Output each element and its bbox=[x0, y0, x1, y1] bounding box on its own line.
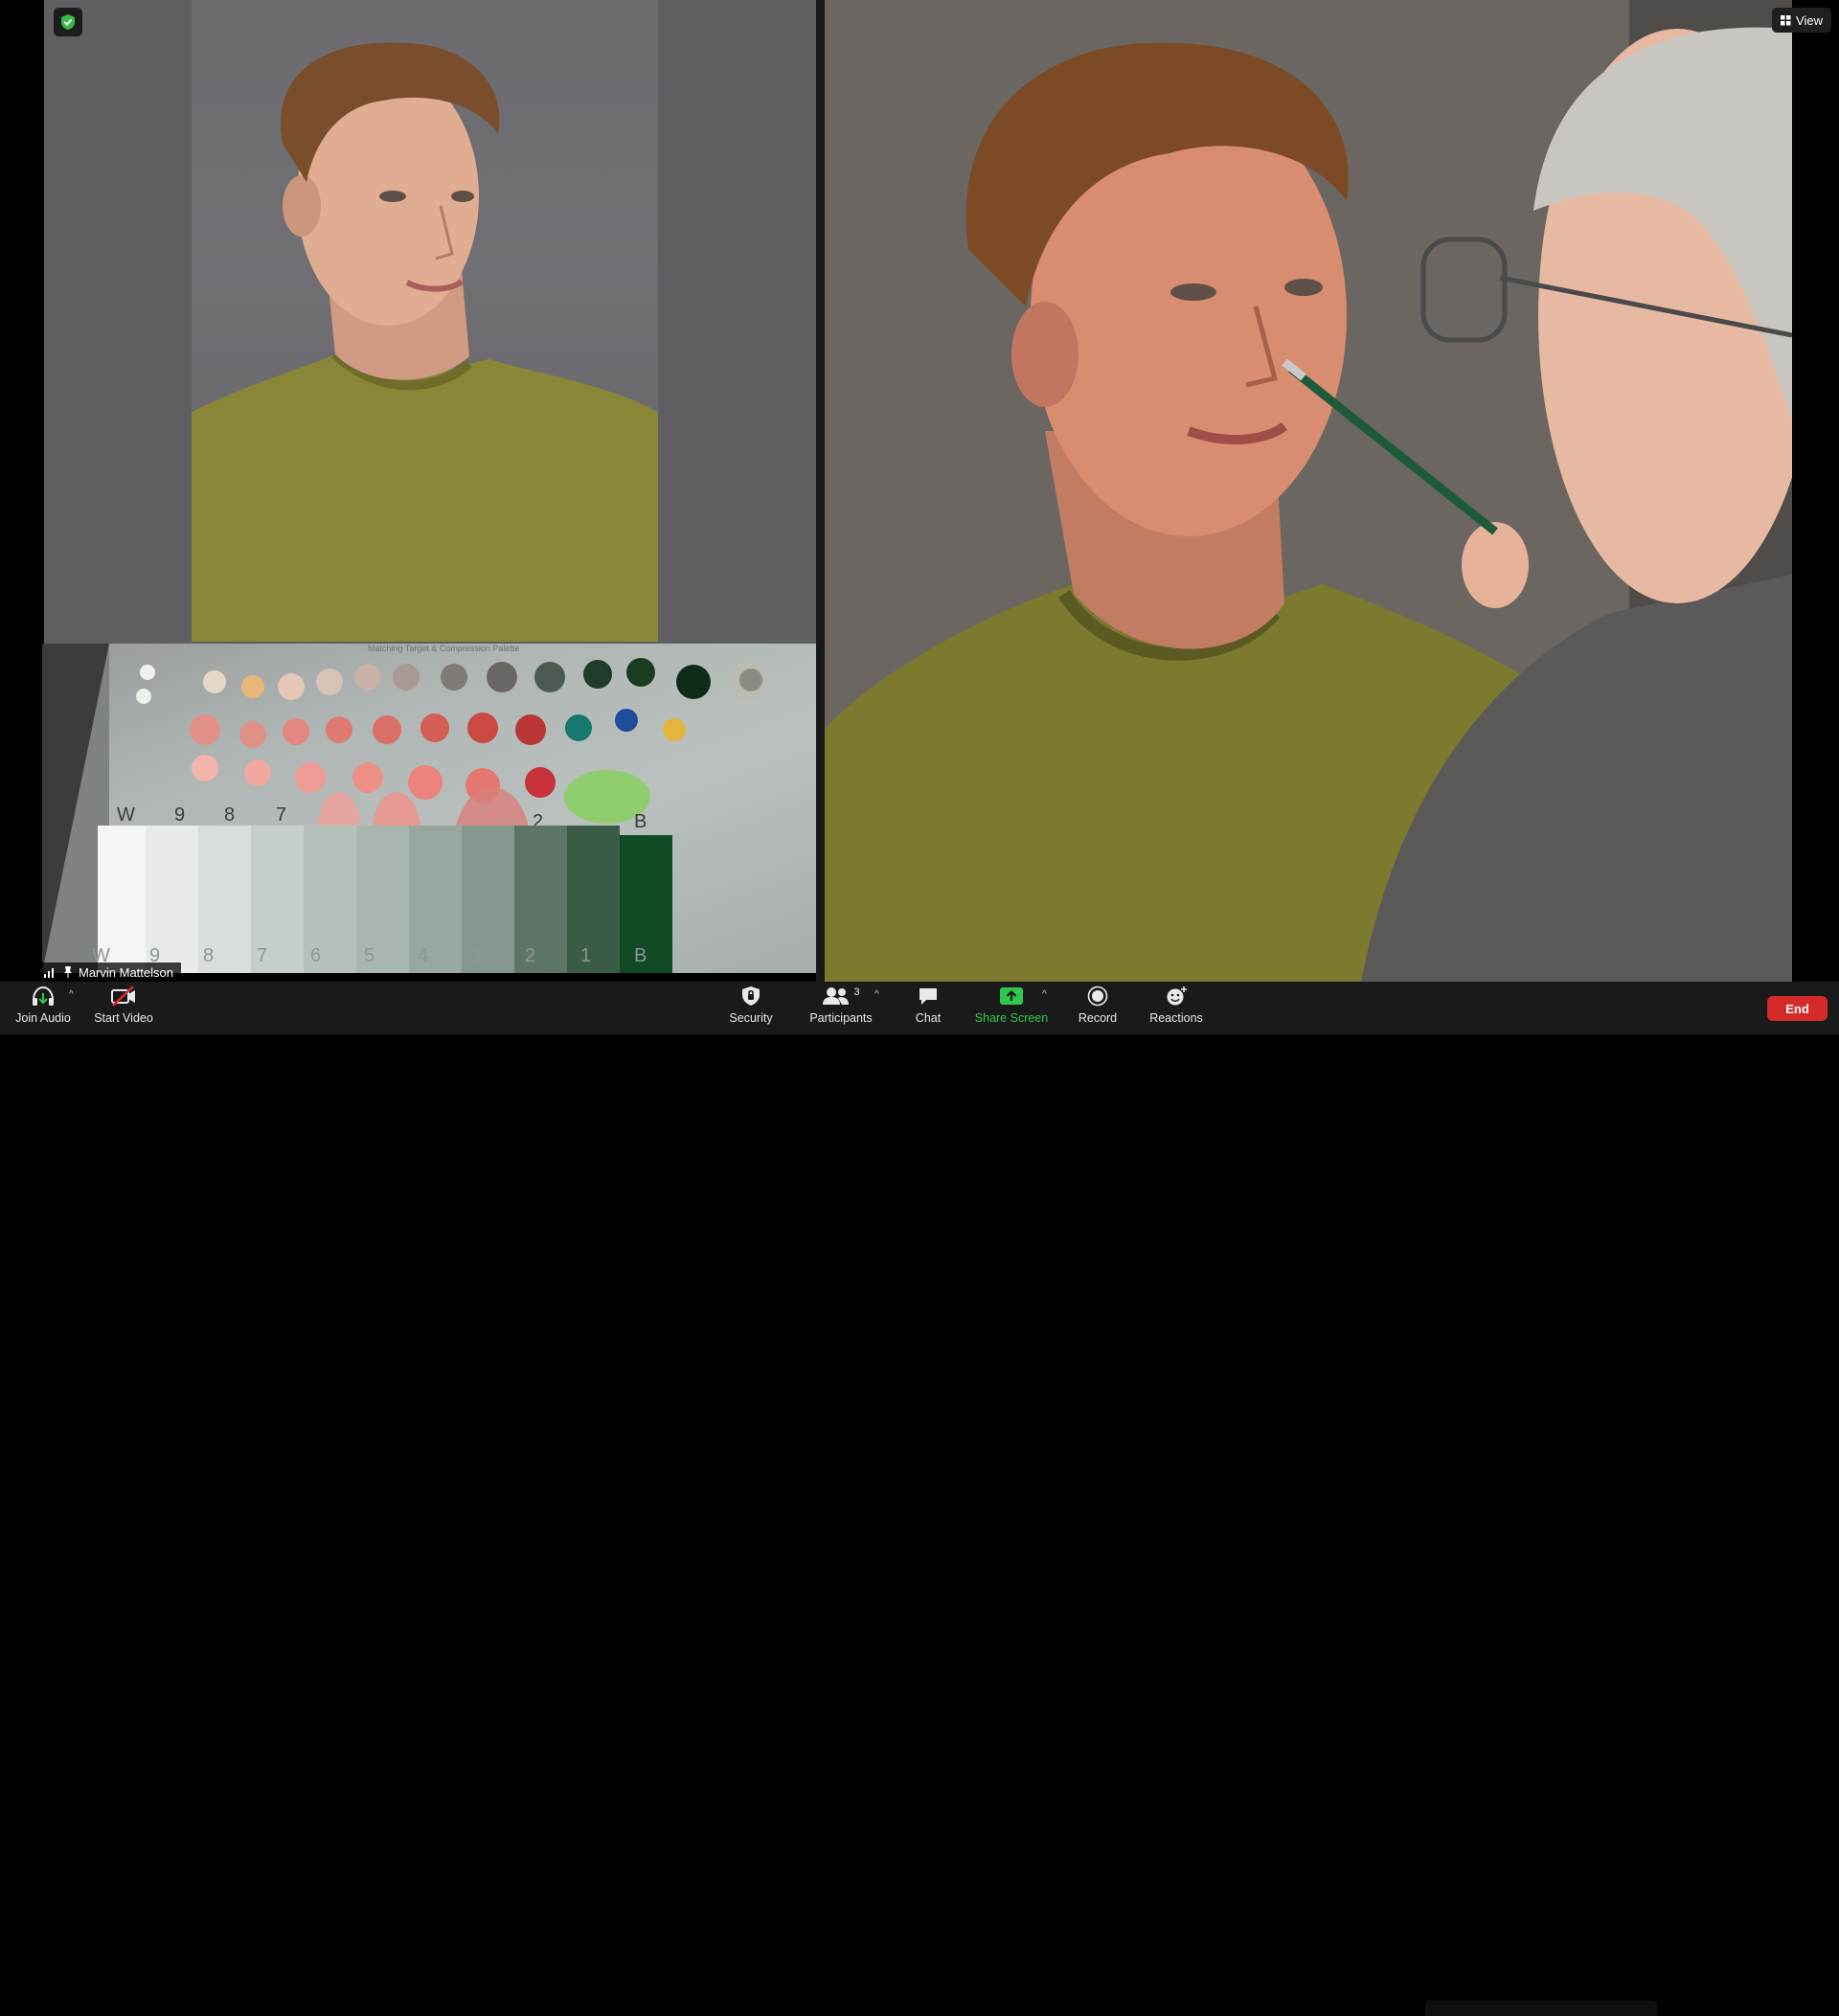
video-off-icon bbox=[111, 985, 135, 1007]
model-illustration bbox=[192, 42, 658, 642]
headphones-icon bbox=[33, 985, 54, 1006]
view-button-label: View bbox=[1796, 12, 1823, 28]
share-options-caret[interactable]: ^ bbox=[1042, 989, 1047, 1000]
chat-label: Chat bbox=[915, 1011, 942, 1025]
end-meeting-label: End bbox=[1785, 1001, 1809, 1016]
start-video-button[interactable]: Start Video bbox=[90, 985, 157, 1031]
reactions-label: Reactions bbox=[1149, 1011, 1203, 1025]
join-audio-label: Join Audio bbox=[15, 1011, 71, 1025]
palette-photo: Matching Target & Compression Palette W … bbox=[42, 644, 816, 973]
strip-label: 4 bbox=[418, 945, 428, 966]
pin-icon bbox=[64, 966, 72, 978]
share-screen-button[interactable]: Share Screen bbox=[971, 985, 1052, 1031]
share-screen-icon bbox=[1000, 987, 1023, 1005]
end-meeting-button[interactable]: End bbox=[1767, 996, 1828, 1021]
participant-name-tag: Marvin Mattelson bbox=[42, 963, 181, 982]
participants-options-caret[interactable]: ^ bbox=[874, 989, 879, 1000]
participants-button[interactable]: 3 Participants bbox=[803, 985, 879, 1031]
palette-value-label: 7 bbox=[276, 804, 286, 826]
signal-strength-icon bbox=[44, 968, 54, 978]
meeting-toolbar: Join Audio ^ Start Video Security 3 Part… bbox=[0, 982, 1839, 2016]
strip-label: 3 bbox=[471, 945, 482, 966]
grid-view-icon bbox=[1781, 14, 1791, 25]
view-button[interactable]: View bbox=[1772, 8, 1831, 33]
start-video-label: Start Video bbox=[94, 1011, 153, 1025]
share-screen-label: Share Screen bbox=[974, 1011, 1049, 1025]
palette-value-label: 9 bbox=[174, 804, 185, 826]
audio-options-caret[interactable]: ^ bbox=[69, 989, 74, 1000]
participants-label: Participants bbox=[809, 1011, 873, 1025]
shield-check-icon bbox=[61, 14, 75, 30]
meeting-stage: Matching Target & Compression Palette W … bbox=[0, 0, 1839, 982]
smiley-plus-icon bbox=[1167, 986, 1187, 1006]
join-audio-button[interactable]: Join Audio bbox=[11, 985, 75, 1031]
strip-label: B bbox=[634, 945, 647, 966]
security-label: Security bbox=[729, 1011, 773, 1025]
security-button[interactable]: Security bbox=[720, 985, 782, 1031]
participant-name: Marvin Mattelson bbox=[79, 964, 173, 980]
chat-button[interactable]: Chat bbox=[906, 985, 950, 1031]
security-shield-icon bbox=[742, 986, 760, 1006]
record-icon bbox=[1087, 985, 1108, 1007]
participants-count: 3 bbox=[853, 986, 860, 998]
palette-illustration: Matching Target & Compression Palette W … bbox=[42, 644, 816, 973]
strip-label: 6 bbox=[310, 945, 321, 966]
encryption-shield-badge[interactable] bbox=[54, 8, 82, 36]
record-label: Record bbox=[1078, 1011, 1118, 1025]
strip-label: 2 bbox=[525, 945, 535, 966]
model-reference-photo bbox=[192, 0, 658, 642]
participants-icon bbox=[823, 987, 850, 1005]
painting-video bbox=[825, 0, 1792, 982]
palette-title: Matching Target & Compression Palette bbox=[368, 644, 519, 653]
strip-label: 7 bbox=[257, 945, 267, 966]
strip-label: 1 bbox=[580, 945, 591, 966]
strip-label: 8 bbox=[203, 945, 214, 966]
palette-value-label: B bbox=[634, 811, 647, 832]
palette-value-label: W bbox=[117, 804, 135, 826]
record-button[interactable]: Record bbox=[1073, 985, 1123, 1031]
strip-label: 5 bbox=[364, 945, 375, 966]
minimized-window-bar[interactable] bbox=[1425, 2001, 1657, 2016]
reactions-button[interactable]: Reactions bbox=[1146, 985, 1207, 1031]
chat-bubble-icon bbox=[920, 988, 937, 1005]
painting-illustration bbox=[825, 0, 1792, 982]
palette-value-label: 8 bbox=[224, 804, 235, 826]
